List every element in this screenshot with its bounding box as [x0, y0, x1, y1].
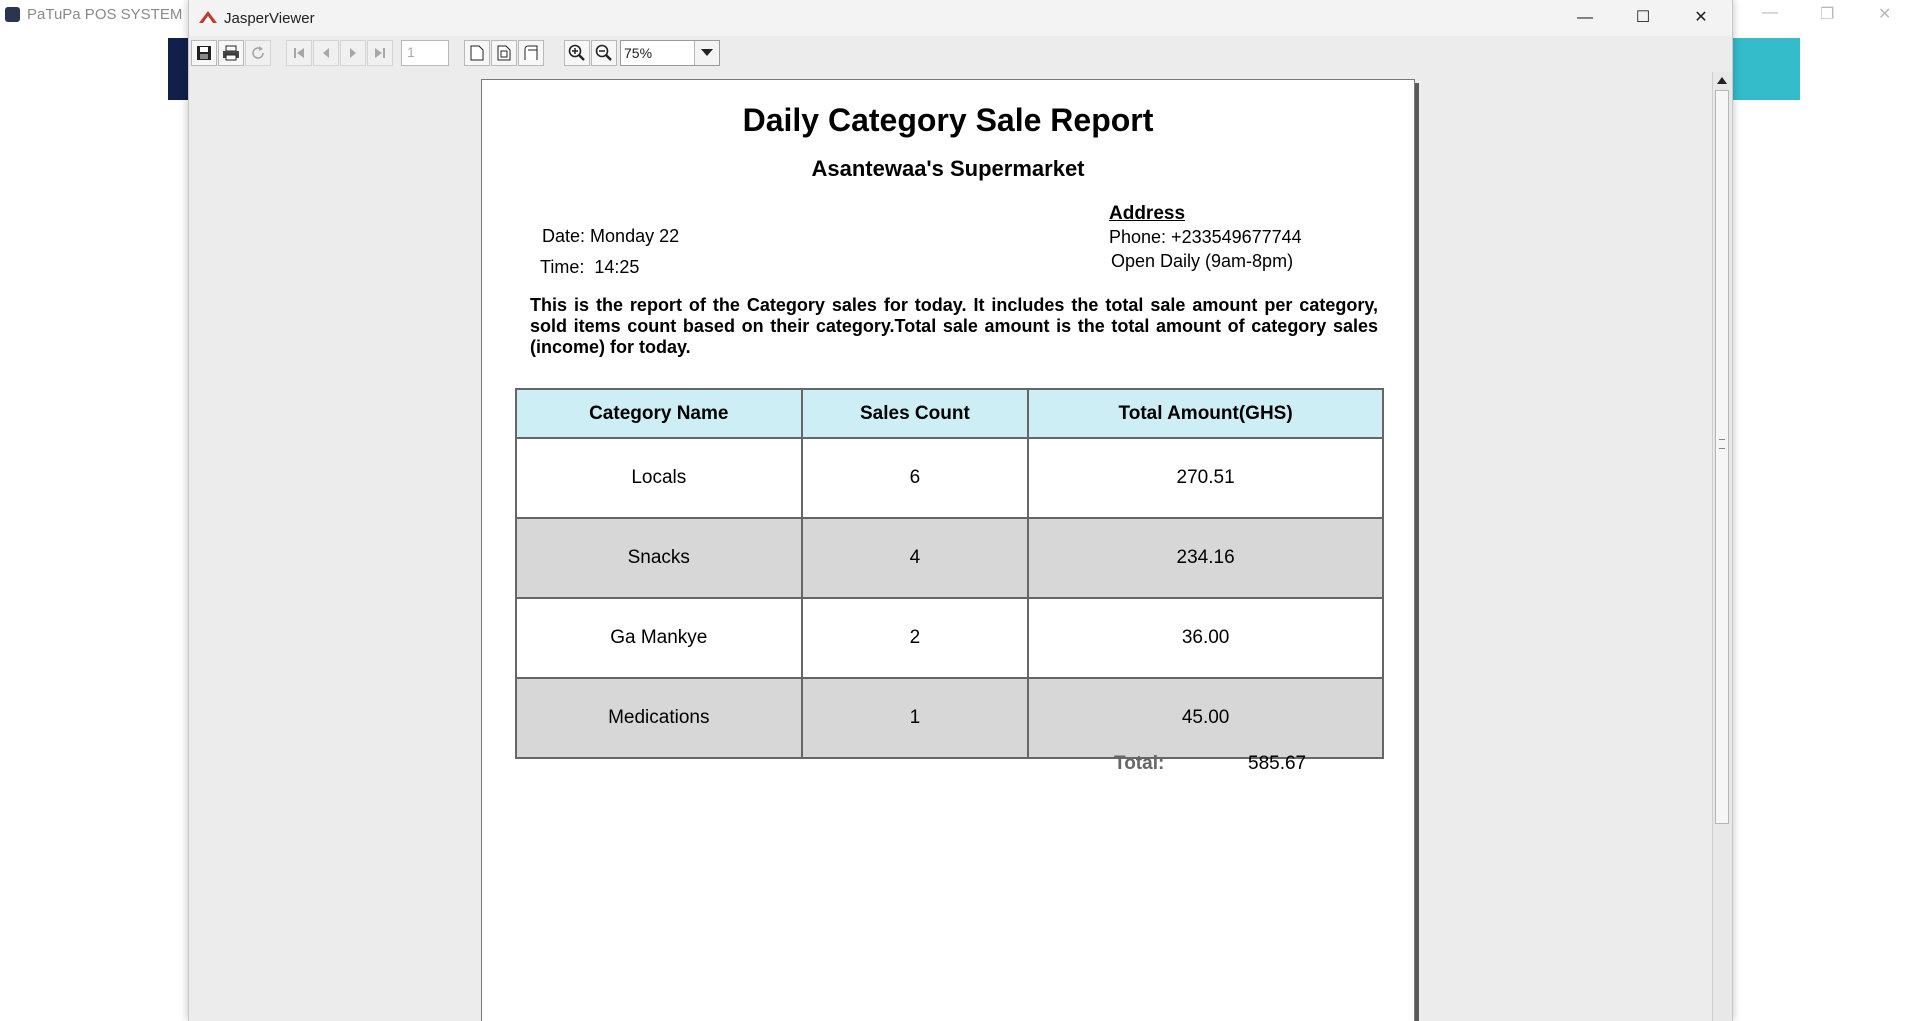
column-header-total-amount: Total Amount(GHS)	[1027, 388, 1384, 439]
last-page-button[interactable]	[367, 40, 393, 66]
category-sales-table: Category Name Sales Count Total Amount(G…	[515, 388, 1384, 759]
table-header-row: Category Name Sales Count Total Amount(G…	[515, 388, 1384, 439]
sales-count-cell: 2	[800, 597, 1030, 679]
background-header-bar	[168, 38, 190, 100]
maximize-button[interactable]: ☐	[1614, 0, 1672, 36]
next-page-button[interactable]	[340, 40, 366, 66]
background-app-title: PaTuPa POS SYSTEM	[27, 6, 183, 23]
printer-icon	[223, 45, 239, 61]
zoom-out-button[interactable]	[591, 40, 617, 66]
window-title: JasperViewer	[224, 10, 315, 27]
reload-button[interactable]	[245, 40, 271, 66]
zoom-dropdown-button[interactable]	[694, 41, 719, 65]
table-row: Ga Mankye 2 36.00	[515, 597, 1384, 679]
fit-page-icon	[497, 45, 511, 61]
zoom-select[interactable]: 75%	[620, 40, 720, 66]
save-icon	[197, 46, 211, 60]
previous-page-button[interactable]	[313, 40, 339, 66]
table-row: Medications 1 45.00	[515, 677, 1384, 759]
column-header-sales-count: Sales Count	[800, 388, 1030, 439]
total-value: 585.67	[1248, 753, 1307, 774]
background-minimize-icon[interactable]: —	[1762, 4, 1778, 22]
actual-size-icon	[470, 45, 484, 61]
column-header-category: Category Name	[515, 388, 803, 439]
background-teal-button[interactable]	[1730, 38, 1800, 100]
print-button[interactable]	[218, 40, 244, 66]
zoom-value: 75%	[624, 45, 653, 61]
report-title: Daily Category Sale Report	[742, 102, 1154, 138]
time-value: 14:25	[594, 257, 640, 277]
category-name-cell: Snacks	[515, 517, 803, 599]
category-name-cell: Ga Mankye	[515, 597, 803, 679]
zoom-in-button[interactable]	[564, 40, 590, 66]
zoom-out-icon	[595, 44, 612, 61]
vertical-scrollbar[interactable]	[1712, 72, 1732, 1021]
jasper-viewer-window: JasperViewer — ☐ ✕ 1 75% Daily Category …	[188, 0, 1733, 1021]
time-label: Time:	[540, 257, 585, 277]
total-amount-cell: 45.00	[1027, 677, 1384, 759]
table-row: Snacks 4 234.16	[515, 517, 1384, 599]
close-button[interactable]: ✕	[1672, 0, 1730, 36]
time-line: Time: 14:25	[540, 257, 639, 278]
report-description: This is the report of the Category sales…	[530, 295, 1378, 357]
save-button[interactable]	[191, 40, 217, 66]
jasper-logo-icon	[199, 11, 217, 23]
fit-width-button[interactable]	[518, 40, 544, 66]
first-page-button[interactable]	[286, 40, 312, 66]
scrollbar-thumb[interactable]	[1715, 90, 1729, 824]
sales-count-cell: 6	[800, 437, 1030, 519]
date-value: Monday 22	[590, 226, 680, 246]
date-line: Date: Monday 22	[542, 226, 679, 247]
background-restore-icon[interactable]: ❐	[1820, 4, 1834, 24]
fit-page-button[interactable]	[491, 40, 517, 66]
category-name-cell: Medications	[515, 677, 803, 759]
report-viewport[interactable]: Daily Category Sale Report Asantewaa's S…	[189, 72, 1712, 1021]
total-amount-cell: 234.16	[1027, 517, 1384, 599]
fit-width-icon	[524, 45, 538, 60]
last-page-icon	[375, 48, 385, 58]
phone-number: Phone: +233549677744	[1109, 227, 1302, 247]
actual-size-button[interactable]	[464, 40, 490, 66]
page-number-input[interactable]: 1	[401, 40, 449, 66]
viewer-toolbar: 1 75%	[189, 36, 1732, 72]
chevron-down-icon	[701, 49, 713, 56]
scroll-up-icon[interactable]	[1717, 77, 1727, 84]
store-name: Asantewaa's Supermarket	[811, 156, 1085, 181]
previous-page-icon	[323, 48, 329, 58]
window-titlebar: JasperViewer — ☐ ✕	[189, 0, 1732, 36]
sales-count-cell: 4	[800, 517, 1030, 599]
zoom-in-icon	[568, 44, 585, 61]
address-heading: Address	[1109, 203, 1186, 224]
scrollbar-grip-icon	[1719, 439, 1725, 449]
sales-count-cell: 1	[800, 677, 1030, 759]
table-row: Locals 6 270.51	[515, 437, 1384, 519]
minimize-button[interactable]: —	[1556, 0, 1614, 36]
background-close-icon[interactable]: ✕	[1878, 4, 1891, 24]
pos-app-icon	[5, 7, 20, 22]
total-amount-cell: 270.51	[1027, 437, 1384, 519]
category-name-cell: Locals	[515, 437, 803, 519]
opening-hours: Open Daily (9am-8pm)	[1111, 251, 1294, 271]
report-page: Daily Category Sale Report Asantewaa's S…	[481, 79, 1415, 1021]
date-label: Date:	[542, 226, 586, 246]
next-page-icon	[350, 48, 356, 58]
total-amount-cell: 36.00	[1027, 597, 1384, 679]
first-page-icon	[294, 48, 304, 58]
total-label: Total:	[1114, 753, 1165, 774]
reload-icon	[252, 46, 264, 59]
